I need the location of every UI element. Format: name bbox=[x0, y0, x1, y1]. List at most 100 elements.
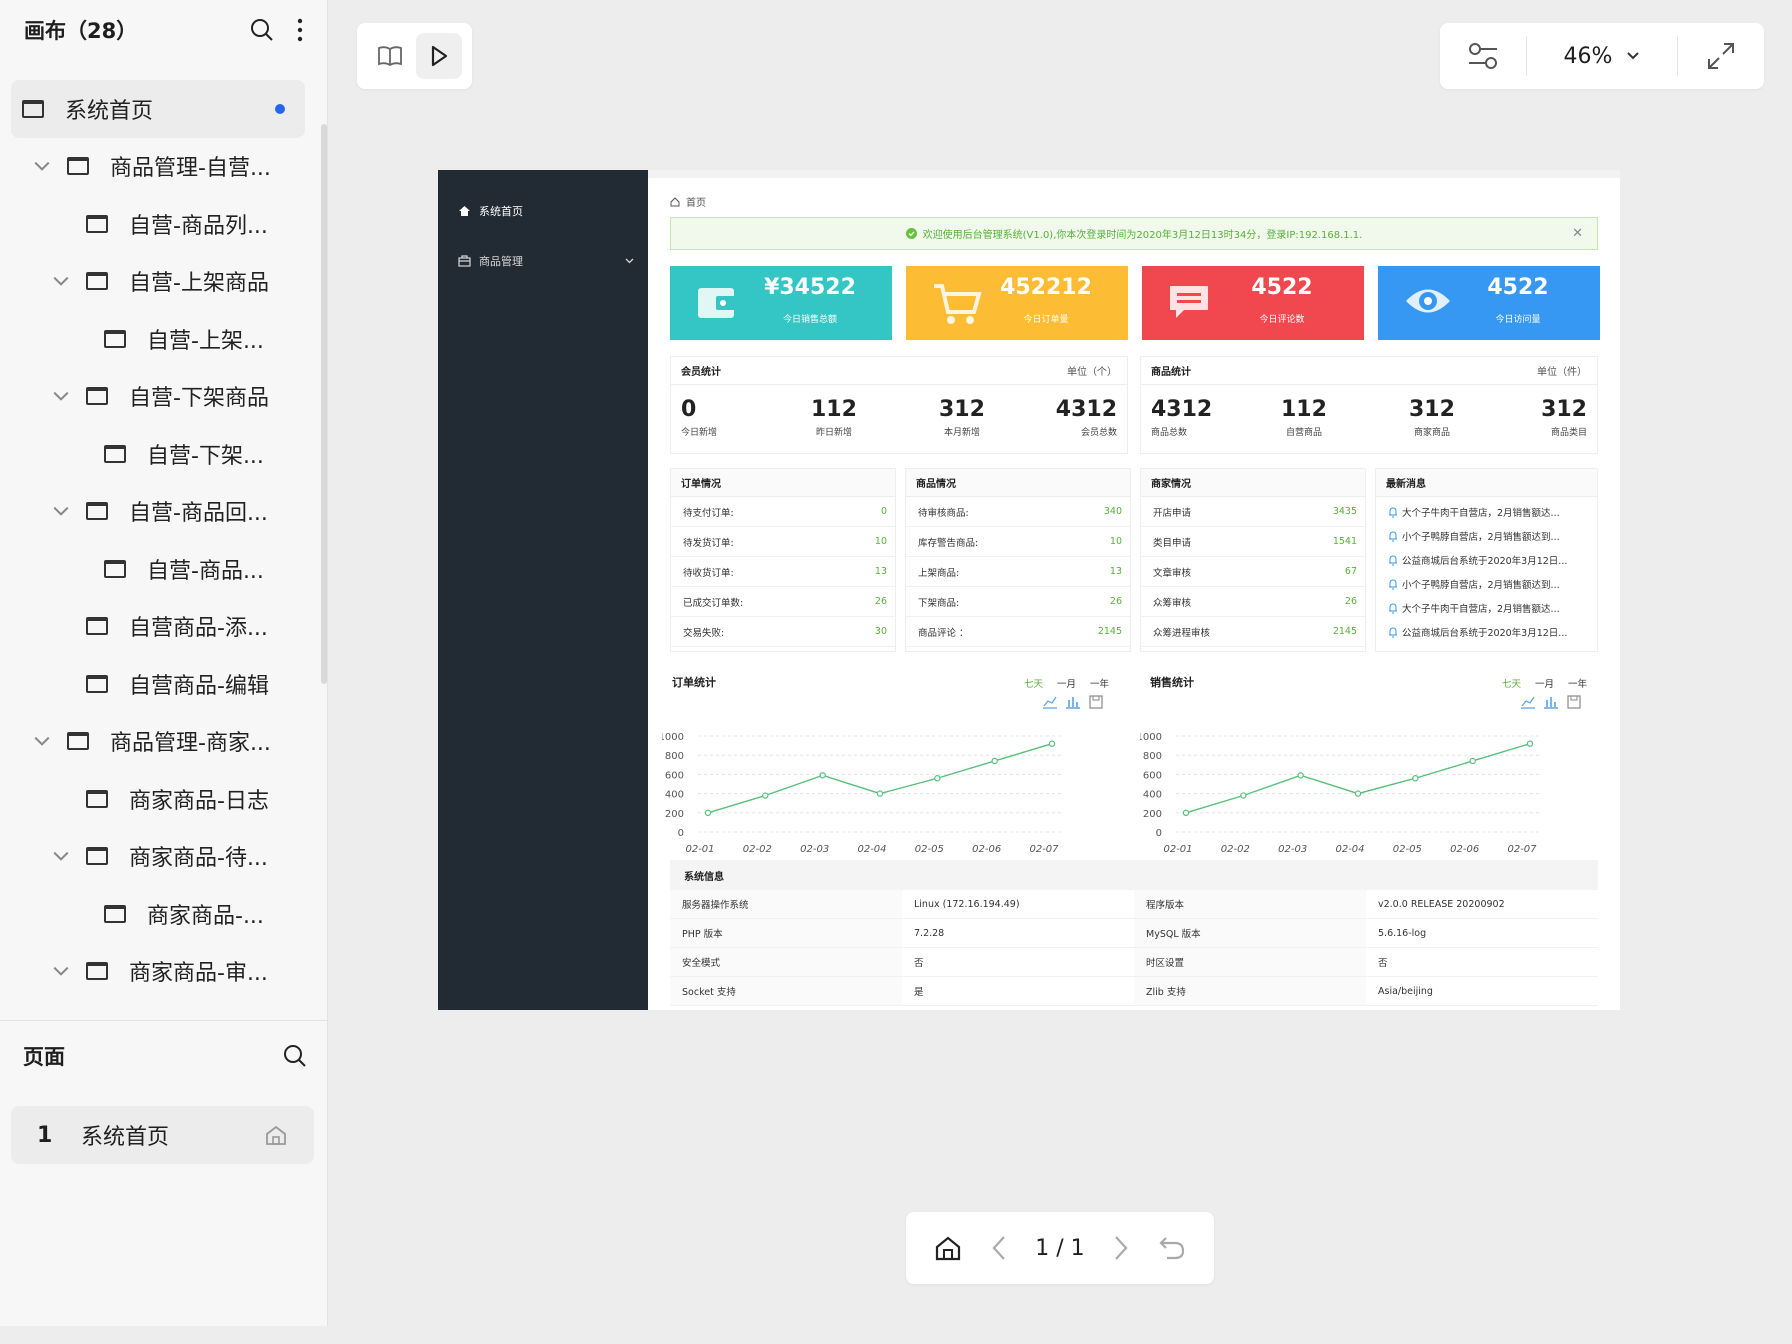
proto-nav-goods[interactable]: 商品管理 bbox=[438, 236, 648, 286]
search-icon[interactable] bbox=[282, 1043, 308, 1069]
row-value[interactable]: 13 bbox=[875, 566, 887, 577]
row-value[interactable]: 10 bbox=[875, 536, 887, 547]
row-value[interactable]: 2145 bbox=[1333, 626, 1357, 637]
chevron-down-icon[interactable] bbox=[52, 847, 70, 865]
data-point[interactable] bbox=[1297, 772, 1304, 779]
row-value[interactable]: 26 bbox=[875, 596, 887, 607]
data-point[interactable] bbox=[1048, 740, 1056, 747]
news-item[interactable]: 公益商城后台系统于2020年3月12日... bbox=[1376, 620, 1597, 644]
news-item[interactable]: 公益商城后台系统于2020年3月12日... bbox=[1376, 548, 1597, 572]
data-point[interactable] bbox=[1526, 740, 1534, 747]
fullscreen-button[interactable] bbox=[1678, 40, 1764, 72]
chevron-down-icon[interactable] bbox=[52, 502, 70, 520]
period-tab[interactable]: 一年 bbox=[1090, 676, 1109, 690]
data-point[interactable] bbox=[1354, 790, 1362, 797]
news-item[interactable]: 小个子鸭脖自营店，2月销售额达到... bbox=[1376, 524, 1597, 548]
chevron-right-icon[interactable] bbox=[1113, 1235, 1129, 1261]
data-point[interactable] bbox=[762, 792, 769, 799]
tree-item[interactable]: 自营-商品... bbox=[0, 540, 327, 598]
y-tick-label: 600 bbox=[665, 770, 684, 781]
period-tab[interactable]: 一年 bbox=[1568, 676, 1587, 690]
settings-button[interactable] bbox=[1440, 41, 1526, 71]
row-value[interactable]: 0 bbox=[881, 506, 887, 517]
tree-item[interactable]: 自营-商品列... bbox=[0, 195, 327, 253]
chevron-down-icon[interactable] bbox=[33, 732, 51, 750]
tree-item[interactable]: 自营-上架... bbox=[0, 310, 327, 368]
row-value[interactable]: 2145 bbox=[1098, 626, 1122, 637]
search-icon[interactable] bbox=[249, 17, 275, 43]
row-value[interactable]: 3435 bbox=[1333, 506, 1357, 517]
home-icon bbox=[266, 1125, 286, 1145]
tree-item[interactable]: 自营-商品回... bbox=[0, 483, 327, 541]
status-dot bbox=[275, 103, 285, 114]
canvas-tree: 系统首页 商品管理-自营... 自营-商品列... 自营-上架商品 自营-上架... 自营… bbox=[0, 60, 327, 992]
play-button[interactable] bbox=[416, 33, 463, 79]
sales-chart: 0 200 400 600 800 1000 02-01 02-02 02-03 02-04 02-… bbox=[1140, 732, 1540, 855]
data-point[interactable] bbox=[704, 809, 712, 817]
tree-item[interactable]: 商品管理-商家... bbox=[0, 713, 327, 771]
row-value[interactable]: 26 bbox=[1345, 596, 1357, 607]
bar-chart-icon[interactable] bbox=[1544, 697, 1558, 709]
data-point[interactable] bbox=[934, 775, 941, 782]
row-value[interactable]: 30 bbox=[875, 626, 887, 637]
tree-item[interactable]: 系统首页 bbox=[11, 80, 305, 138]
row-value[interactable]: 10 bbox=[1110, 536, 1122, 547]
x-tick-label: 02-02 bbox=[743, 844, 772, 855]
chevron-down-icon[interactable] bbox=[52, 962, 70, 980]
chevron-down-icon[interactable] bbox=[33, 157, 51, 175]
data-point[interactable] bbox=[1240, 792, 1247, 799]
row-value[interactable]: 67 bbox=[1345, 566, 1357, 577]
breadcrumb-home[interactable]: 首页 bbox=[686, 194, 706, 209]
tree-item[interactable]: 商家商品-待... bbox=[0, 828, 327, 886]
data-point[interactable] bbox=[876, 790, 884, 797]
close-icon[interactable]: ✕ bbox=[1572, 226, 1583, 241]
page-item[interactable]: 1 系统首页 bbox=[11, 1106, 314, 1164]
bar-chart-icon[interactable] bbox=[1066, 697, 1080, 709]
tree-item[interactable]: 商家商品-... bbox=[0, 885, 327, 943]
row-value[interactable]: 26 bbox=[1110, 596, 1122, 607]
book-button[interactable] bbox=[367, 33, 413, 79]
news-item[interactable]: 小个子鸭脖自营店，2月销售额达到... bbox=[1376, 572, 1597, 596]
news-item[interactable]: 大个子牛肉干自营店，2月销售额达... bbox=[1376, 596, 1597, 620]
tree-item[interactable]: 商家商品-日志 bbox=[0, 770, 327, 828]
news-item[interactable]: 大个子牛肉干自营店，2月销售额达... bbox=[1376, 500, 1597, 524]
row-value[interactable]: 340 bbox=[1104, 506, 1122, 517]
line-chart-icon[interactable] bbox=[1043, 696, 1057, 709]
tree-item[interactable]: 商品管理-自营... bbox=[0, 138, 327, 196]
chart-tools bbox=[1521, 695, 1581, 709]
period-tab[interactable]: 一月 bbox=[1535, 676, 1554, 690]
save-icon[interactable] bbox=[1089, 695, 1103, 709]
period-tab[interactable]: 一月 bbox=[1057, 676, 1076, 690]
data-point[interactable] bbox=[1412, 775, 1419, 782]
news-text: 公益商城后台系统于2020年3月12日... bbox=[1402, 628, 1568, 639]
chevron-down-icon[interactable] bbox=[52, 272, 70, 290]
save-icon[interactable] bbox=[1567, 695, 1581, 709]
tree-item[interactable]: 商家商品-审... bbox=[0, 943, 327, 993]
tree-item[interactable]: 自营-下架... bbox=[0, 425, 327, 483]
tree-item[interactable]: 自营商品-添... bbox=[0, 598, 327, 656]
more-icon[interactable] bbox=[297, 17, 303, 43]
data-point[interactable] bbox=[1469, 757, 1476, 765]
chevron-down-icon[interactable] bbox=[52, 387, 70, 405]
page-icon bbox=[67, 732, 89, 751]
line-chart-icon[interactable] bbox=[1521, 696, 1535, 709]
data-point[interactable] bbox=[1182, 809, 1190, 817]
proto-nav-home[interactable]: 系统首页 bbox=[438, 186, 648, 236]
data-point[interactable] bbox=[819, 772, 826, 779]
home-icon[interactable] bbox=[934, 1234, 962, 1262]
row-value[interactable]: 13 bbox=[1110, 566, 1122, 577]
undo-icon[interactable] bbox=[1158, 1235, 1186, 1261]
canvas-sidebar: 画布（28） 系统首页 商品管理-自营... 自营-商品列... 自营-上架商品 自营-… bbox=[0, 0, 328, 1326]
chevron-left-icon[interactable] bbox=[991, 1235, 1007, 1261]
period-tab[interactable]: 七天 bbox=[1502, 676, 1521, 690]
tree-item[interactable]: 自营商品-编辑 bbox=[0, 655, 327, 713]
tree-item[interactable]: 自营-下架商品 bbox=[0, 368, 327, 426]
x-tick-label: 02-07 bbox=[1029, 844, 1059, 855]
zoom-select[interactable]: 46% bbox=[1527, 44, 1677, 69]
zoom-value: 46% bbox=[1563, 43, 1613, 69]
tree-item[interactable]: 自营-上架商品 bbox=[0, 253, 327, 311]
row-value[interactable]: 1541 bbox=[1333, 536, 1357, 547]
data-point[interactable] bbox=[991, 757, 998, 765]
period-tab[interactable]: 七天 bbox=[1024, 676, 1043, 690]
stat-number: 312 bbox=[939, 397, 985, 422]
